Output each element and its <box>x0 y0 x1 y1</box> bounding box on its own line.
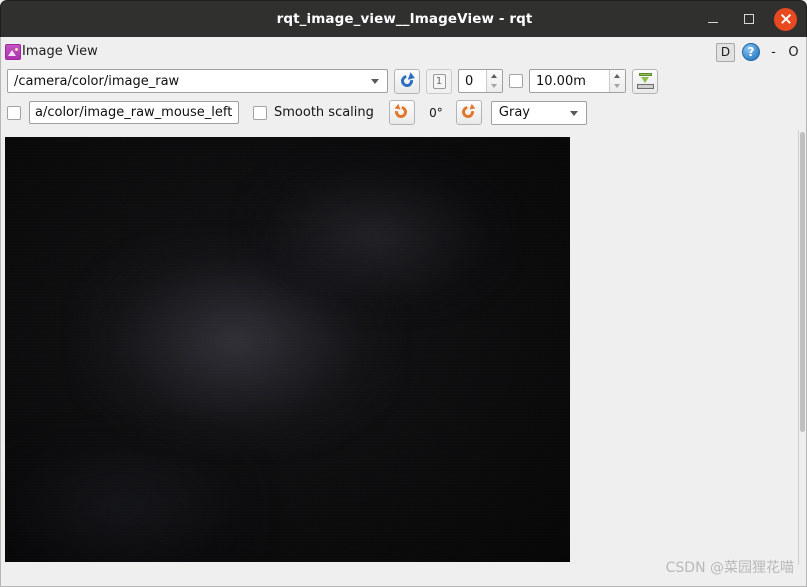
stepper-down-icon[interactable] <box>610 81 625 92</box>
colormap-combo-value: Gray <box>498 105 530 120</box>
mouse-click-topic-input[interactable]: a/color/image_raw_mouse_left <box>29 101 239 124</box>
rotation-angle-label: 0° <box>429 105 443 120</box>
image-view-icon <box>5 43 21 60</box>
dock-header: Image View D ? - O <box>1 39 806 64</box>
image-canvas[interactable] <box>5 137 570 562</box>
topic-combo[interactable]: /camera/color/image_raw <box>7 69 388 93</box>
toolbar-row-options: a/color/image_raw_mouse_left Smooth scal… <box>1 98 806 127</box>
dock-title: Image View <box>22 44 98 59</box>
minimize-button[interactable] <box>702 8 724 30</box>
save-image-icon <box>636 73 654 89</box>
image-index-spinbox[interactable]: 0 <box>458 69 503 93</box>
dock-minimize-button[interactable]: - <box>767 45 780 60</box>
save-image-button[interactable] <box>632 68 658 94</box>
title-bar: rqt_image_view__ImageView - rqt <box>0 0 807 37</box>
vertical-scrollbar[interactable] <box>798 130 805 565</box>
stepper-up-icon[interactable] <box>487 70 502 81</box>
colormap-combo[interactable]: Gray <box>490 100 587 125</box>
toolbar-row-topic: /camera/color/image_raw 1 0 10.00m <box>1 66 806 96</box>
watermark-text: CSDN @菜园狸花喵 <box>665 560 794 576</box>
window-title: rqt_image_view__ImageView - rqt <box>276 11 533 27</box>
publish-click-checkbox[interactable] <box>7 105 21 120</box>
rqt-image-view-window: rqt_image_view__ImageView - rqt Image Vi… <box>0 0 807 587</box>
dock-float-button[interactable]: O <box>787 45 800 60</box>
refresh-icon <box>400 74 415 89</box>
rotate-counterclockwise-icon <box>393 103 410 121</box>
dock-settings-button[interactable]: D <box>716 42 735 62</box>
numbered-frame-button[interactable]: 1 <box>426 68 452 94</box>
max-depth-stepper[interactable] <box>609 70 625 92</box>
refresh-topics-button[interactable] <box>394 68 420 94</box>
chevron-down-icon <box>569 110 578 116</box>
chevron-down-icon <box>371 79 379 84</box>
max-depth-value: 10.00m <box>536 73 586 89</box>
image-index-value: 0 <box>465 73 474 89</box>
window-controls <box>702 1 797 37</box>
max-range-checkbox[interactable] <box>509 74 523 88</box>
camera-frame <box>5 137 570 562</box>
image-index-stepper[interactable] <box>486 70 502 92</box>
numbered-frame-icon: 1 <box>432 73 446 89</box>
close-button[interactable] <box>774 7 797 31</box>
smooth-scaling-checkbox[interactable] <box>253 105 267 120</box>
rotate-counterclockwise-button[interactable] <box>388 100 415 125</box>
help-icon[interactable]: ? <box>742 43 760 61</box>
scrollbar-thumb[interactable] <box>800 132 805 432</box>
stepper-down-icon[interactable] <box>487 81 502 92</box>
rotate-clockwise-icon <box>460 103 477 121</box>
window-body: Image View D ? - O /camera/color/image_r… <box>0 37 807 587</box>
rotate-clockwise-button[interactable] <box>455 100 482 125</box>
max-depth-spinbox[interactable]: 10.00m <box>529 69 626 93</box>
stepper-up-icon[interactable] <box>610 70 625 81</box>
dock-controls: D ? - O <box>716 41 800 63</box>
maximize-button[interactable] <box>738 8 760 30</box>
topic-combo-value: /camera/color/image_raw <box>14 73 180 89</box>
smooth-scaling-label: Smooth scaling <box>274 105 374 120</box>
